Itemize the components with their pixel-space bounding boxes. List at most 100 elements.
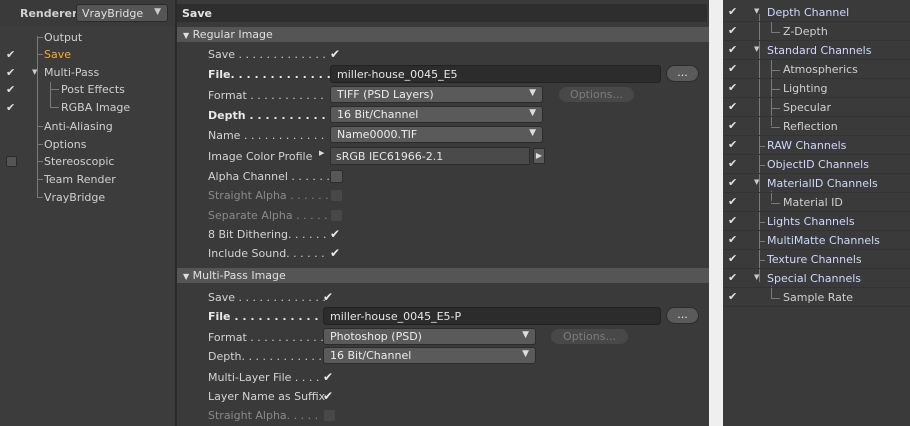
tree-item-multi-pass[interactable]: ✔ ▼ Multi-Pass: [0, 64, 175, 82]
regular-format-row: Format . . . . . . . . . . . TIFF (PSD L…: [177, 86, 709, 105]
tree-item-vraybridge[interactable]: VrayBridge: [0, 189, 175, 207]
checkmark-icon[interactable]: ✔: [728, 195, 737, 208]
regular-dithering-checkbox[interactable]: ✔: [330, 228, 343, 241]
checkmark-icon[interactable]: ✔: [728, 157, 737, 170]
expand-triangle-icon[interactable]: ▼: [754, 7, 759, 15]
format-value: TIFF (PSD Layers): [337, 88, 434, 101]
regular-save-checkbox[interactable]: ✔: [330, 48, 343, 61]
channel-row-materialid-channels[interactable]: ✔ ▼ MaterialID Channels: [723, 174, 910, 193]
channel-row-depth-channel[interactable]: ✔ ▼ Depth Channel: [723, 3, 910, 22]
checkmark-icon[interactable]: ✔: [728, 233, 737, 246]
tree-item-rgba-image[interactable]: ✔ RGBA Image: [0, 99, 175, 117]
channel-row-objectid-channels[interactable]: ✔ ObjectID Channels: [723, 155, 910, 174]
regular-file-browse-button[interactable]: ...: [666, 65, 699, 82]
layer-suffix-label: Layer Name as Suffix: [208, 390, 326, 403]
channel-row-lights-channels[interactable]: ✔ Lights Channels: [723, 212, 910, 231]
sound-label: Include Sound. . . . . .: [208, 247, 325, 260]
expand-triangle-icon[interactable]: ▼: [32, 68, 37, 76]
tree-item-options[interactable]: Options: [0, 136, 175, 154]
multipass-file-input[interactable]: miller-house_0045_E5-P: [323, 307, 661, 325]
regular-alpha-checkbox[interactable]: [330, 170, 343, 183]
render-settings-tree: Renderer VrayBridge ▼ Output ✔ Save ✔ ▼ …: [0, 0, 175, 426]
multipass-format-dropdown[interactable]: Photoshop (PSD) ▼: [323, 328, 536, 345]
multipass-straight-alpha-checkbox[interactable]: [323, 409, 336, 422]
checkmark-icon[interactable]: ✔: [6, 67, 17, 78]
multipass-multilayer-checkbox[interactable]: ✔: [323, 371, 336, 384]
channel-row-lighting[interactable]: ✔ Lighting: [723, 79, 910, 98]
channel-row-z-depth[interactable]: ✔ Z-Depth: [723, 22, 910, 41]
channel-row-specular[interactable]: ✔ Specular: [723, 98, 910, 117]
channel-label: RAW Channels: [767, 139, 847, 152]
tree-item-post-effects[interactable]: ✔ Post Effects: [0, 81, 175, 99]
regular-separate-alpha-checkbox[interactable]: [330, 209, 343, 222]
regular-straight-alpha-row: Straight Alpha . . . . . .: [177, 186, 709, 205]
regular-depth-dropdown[interactable]: 16 Bit/Channel ▼: [330, 106, 543, 123]
multipass-layer-suffix-checkbox[interactable]: ✔: [323, 390, 336, 403]
multipass-channel-list: ✔ ▼ Depth Channel ✔ Z-Depth ✔ ▼ Standard…: [723, 0, 910, 426]
multipass-file-browse-button[interactable]: ...: [666, 307, 699, 324]
checkmark-icon[interactable]: ✔: [728, 214, 737, 227]
tree-item-output[interactable]: Output: [0, 29, 175, 47]
panel-title: Save: [177, 4, 707, 22]
tree-item-save[interactable]: ✔ Save: [0, 46, 175, 64]
depth-value: 16 Bit/Channel: [337, 108, 419, 121]
channel-row-multimatte-channels[interactable]: ✔ MultiMatte Channels: [723, 231, 910, 250]
channel-row-raw-channels[interactable]: ✔ RAW Channels: [723, 136, 910, 155]
chevron-down-icon: ▼: [154, 7, 161, 17]
channel-row-texture-channels[interactable]: ✔ Texture Channels: [723, 250, 910, 269]
profile-menu-button[interactable]: ▶: [533, 148, 545, 164]
checkmark-icon[interactable]: ✔: [728, 81, 737, 94]
regular-name-dropdown[interactable]: Name0000.TIF ▼: [330, 126, 543, 143]
checkmark-icon[interactable]: ✔: [728, 62, 737, 75]
expand-triangle-icon[interactable]: ▼: [754, 45, 759, 53]
regular-sound-row: Include Sound. . . . . . ✔: [177, 244, 709, 263]
multipass-save-checkbox[interactable]: ✔: [323, 291, 336, 304]
expand-triangle-icon[interactable]: ▼: [754, 273, 759, 281]
expand-triangle-icon[interactable]: ▼: [754, 178, 759, 186]
checkbox[interactable]: [6, 156, 17, 167]
channel-label: Standard Channels: [767, 44, 872, 57]
channel-row-standard-channels[interactable]: ✔ ▼ Standard Channels: [723, 41, 910, 60]
checkmark-icon[interactable]: ✔: [728, 271, 737, 284]
regular-file-input[interactable]: miller-house_0045_E5: [330, 65, 661, 83]
checkmark-icon[interactable]: ✔: [728, 24, 737, 37]
depth-value: 16 Bit/Channel: [330, 349, 412, 362]
checkmark-icon[interactable]: ✔: [728, 5, 737, 18]
tree-item-label: RGBA Image: [61, 101, 131, 114]
tree-item-anti-aliasing[interactable]: Anti-Aliasing: [0, 118, 175, 136]
checkmark-icon[interactable]: ✔: [6, 84, 17, 95]
multipass-image-group-header[interactable]: ▼ Multi-Pass Image: [177, 268, 709, 283]
regular-profile-field[interactable]: sRGB IEC61966-2.1: [330, 147, 530, 165]
checkmark-icon[interactable]: ✔: [728, 252, 737, 265]
regular-straight-alpha-checkbox[interactable]: [330, 189, 343, 202]
checkmark-icon[interactable]: ✔: [728, 138, 737, 151]
tree-item-stereoscopic[interactable]: Stereoscopic: [0, 153, 175, 171]
channel-row-atmospherics[interactable]: ✔ Atmospherics: [723, 60, 910, 79]
checkmark-icon[interactable]: ✔: [728, 119, 737, 132]
checkmark-icon[interactable]: ✔: [6, 102, 17, 113]
regular-format-dropdown[interactable]: TIFF (PSD Layers) ▼: [330, 86, 543, 103]
regular-image-group-header[interactable]: ▼ Regular Image: [177, 27, 709, 42]
checkmark-icon[interactable]: ✔: [728, 176, 737, 189]
channel-row-material-id[interactable]: ✔ Material ID: [723, 193, 910, 212]
channel-row-sample-rate[interactable]: ✔ Sample Rate: [723, 288, 910, 307]
checkmark-icon[interactable]: ✔: [728, 43, 737, 56]
save-label: Save . . . . . . . . . . . . .: [208, 291, 326, 304]
file-label: File. . . . . . . . . . . . . .: [208, 68, 339, 81]
renderer-dropdown[interactable]: VrayBridge ▼: [76, 4, 168, 22]
tree-item-team-render[interactable]: Team Render: [0, 171, 175, 189]
checkmark-icon[interactable]: ✔: [728, 100, 737, 113]
channel-row-special-channels[interactable]: ✔ ▼ Special Channels: [723, 269, 910, 288]
tree-item-label: Stereoscopic: [44, 155, 115, 168]
multilayer-label: Multi-Layer File . . . .: [208, 371, 320, 384]
checkmark-icon[interactable]: ✔: [728, 290, 737, 303]
multipass-depth-dropdown[interactable]: 16 Bit/Channel ▼: [323, 347, 536, 364]
multipass-options-button[interactable]: Options...: [550, 328, 629, 345]
regular-options-button[interactable]: Options...: [558, 86, 635, 103]
regular-alpha-row: Alpha Channel . . . . . .: [177, 167, 709, 186]
multipass-layer-suffix-row: Layer Name as Suffix ✔: [177, 387, 709, 406]
checkmark-icon[interactable]: ✔: [6, 49, 17, 60]
regular-sound-checkbox[interactable]: ✔: [330, 247, 343, 260]
chevron-right-icon[interactable]: ▶: [319, 149, 324, 157]
channel-row-reflection[interactable]: ✔ Reflection: [723, 117, 910, 136]
